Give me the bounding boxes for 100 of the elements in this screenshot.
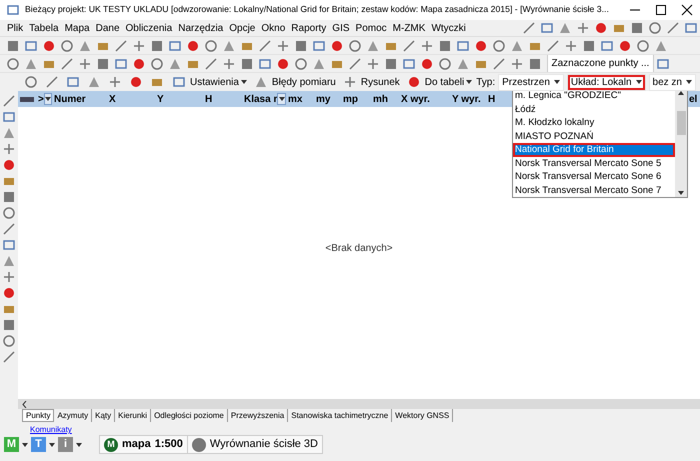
- tab[interactable]: Wektory GNSS: [392, 409, 454, 422]
- column-header[interactable]: mp: [341, 91, 371, 107]
- record-icon[interactable]: [186, 38, 200, 52]
- circle-icon[interactable]: [438, 56, 452, 70]
- column-header[interactable]: Y: [155, 91, 203, 107]
- triangle-icon[interactable]: [2, 254, 16, 268]
- square-icon[interactable]: [150, 38, 164, 52]
- selected-points-button[interactable]: Zaznaczone punkty ...: [546, 55, 654, 72]
- menu-item[interactable]: GIS: [329, 20, 353, 36]
- tab[interactable]: Stanowiska tachimetryczne: [288, 409, 392, 422]
- tab[interactable]: Kierunki: [115, 409, 152, 422]
- column-header[interactable]: mh: [371, 91, 399, 107]
- line-icon[interactable]: [114, 38, 128, 52]
- line-icon[interactable]: [60, 56, 74, 70]
- circle-icon[interactable]: [24, 75, 38, 89]
- menu-item[interactable]: Opcje: [226, 20, 258, 36]
- dropdown-item[interactable]: M. Kłodzko lokalny: [513, 116, 675, 130]
- combo-box[interactable]: Układ: Lokaln: [566, 74, 646, 90]
- record-icon[interactable]: [129, 75, 143, 89]
- cross-icon[interactable]: [276, 38, 290, 52]
- line-icon[interactable]: [546, 38, 560, 52]
- window-tab[interactable]: Wyrównanie ścisłe 3D: [186, 435, 323, 454]
- line-icon[interactable]: [2, 350, 16, 364]
- cross-icon[interactable]: [2, 270, 16, 284]
- circle-icon[interactable]: [492, 38, 506, 52]
- cross-icon[interactable]: [420, 38, 434, 52]
- menu-item[interactable]: Plik: [4, 20, 26, 36]
- column-header[interactable]: Numer: [52, 91, 107, 107]
- scrollbar-thumb[interactable]: [676, 111, 686, 135]
- circle-icon[interactable]: [648, 21, 662, 35]
- column-header[interactable]: H: [203, 91, 242, 107]
- cross-icon[interactable]: [132, 38, 146, 52]
- triangle-icon[interactable]: [168, 56, 182, 70]
- circle-icon[interactable]: [6, 56, 20, 70]
- cross-icon[interactable]: [108, 75, 122, 89]
- square-icon[interactable]: [528, 56, 542, 70]
- cross-icon[interactable]: [222, 56, 236, 70]
- frame-icon[interactable]: [656, 56, 670, 70]
- triangle-icon[interactable]: [654, 38, 668, 52]
- dropdown-item[interactable]: Norsk Transversal Mercato Sone 5: [513, 156, 675, 170]
- column-header[interactable]: Klasa r: [242, 91, 286, 107]
- circle-icon[interactable]: [2, 206, 16, 220]
- circle-icon[interactable]: [348, 38, 362, 52]
- record-icon[interactable]: [594, 21, 608, 35]
- record-icon[interactable]: [276, 56, 290, 70]
- dropdown-item[interactable]: National Grid for Britain: [513, 143, 675, 156]
- circle-icon[interactable]: [150, 56, 164, 70]
- line-icon[interactable]: [348, 56, 362, 70]
- frame-icon[interactable]: [684, 21, 698, 35]
- record-icon[interactable]: [618, 38, 632, 52]
- caret-icon[interactable]: [49, 442, 55, 446]
- square-icon[interactable]: [294, 38, 308, 52]
- cross-icon[interactable]: [78, 56, 92, 70]
- column-header[interactable]: X: [107, 91, 155, 107]
- column-header[interactable]: >: [36, 91, 52, 107]
- column-header[interactable]: X wyr.: [399, 91, 450, 107]
- column-header[interactable]: Y wyr.: [450, 91, 486, 107]
- line-icon[interactable]: [666, 21, 680, 35]
- caret-icon[interactable]: [76, 442, 82, 446]
- toolbar-button[interactable]: Ustawienia: [169, 74, 248, 90]
- triangle-icon[interactable]: [558, 21, 572, 35]
- square-icon[interactable]: [438, 38, 452, 52]
- triangle-icon[interactable]: [366, 38, 380, 52]
- square-icon[interactable]: [630, 21, 644, 35]
- menu-item[interactable]: Dane: [92, 20, 123, 36]
- line-icon[interactable]: [2, 94, 16, 108]
- caret-icon[interactable]: [22, 442, 28, 446]
- cross-icon[interactable]: [510, 56, 524, 70]
- menu-item[interactable]: Obliczenia: [122, 20, 176, 36]
- circle-icon[interactable]: [2, 334, 16, 348]
- square-icon[interactable]: [6, 38, 20, 52]
- line-icon[interactable]: [45, 75, 59, 89]
- frame-icon[interactable]: [24, 38, 38, 52]
- messages-link[interactable]: Komunikaty: [30, 425, 72, 434]
- tab[interactable]: Odległości poziome: [151, 409, 228, 422]
- frame-icon[interactable]: [114, 56, 128, 70]
- frame-icon[interactable]: [2, 238, 16, 252]
- frame-icon[interactable]: [456, 38, 470, 52]
- tab[interactable]: Przewyższenia: [228, 409, 288, 422]
- record-icon[interactable]: [330, 38, 344, 52]
- record-icon[interactable]: [2, 286, 16, 300]
- tab[interactable]: Punkty: [22, 409, 54, 422]
- line-icon[interactable]: [522, 21, 536, 35]
- record-icon[interactable]: [42, 38, 56, 52]
- triangle-icon[interactable]: [87, 75, 101, 89]
- triangle-icon[interactable]: [78, 38, 92, 52]
- menu-item[interactable]: M-ZMK: [390, 20, 428, 36]
- cross-icon[interactable]: [366, 56, 380, 70]
- menu-item[interactable]: Tabela: [26, 20, 62, 36]
- toolbar-button[interactable]: Rysunek: [340, 74, 401, 90]
- frame-icon[interactable]: [540, 21, 554, 35]
- circle-icon[interactable]: [294, 56, 308, 70]
- column-header[interactable]: el: [687, 91, 699, 107]
- dropdown-item[interactable]: m. Legnica "GRODZIEC": [513, 91, 675, 102]
- frame-icon[interactable]: [258, 56, 272, 70]
- tab[interactable]: Azymuty: [54, 409, 92, 422]
- triangle-icon[interactable]: [24, 56, 38, 70]
- combo-box[interactable]: bez zn: [648, 74, 696, 90]
- record-icon[interactable]: [2, 158, 16, 172]
- circle-icon[interactable]: [204, 38, 218, 52]
